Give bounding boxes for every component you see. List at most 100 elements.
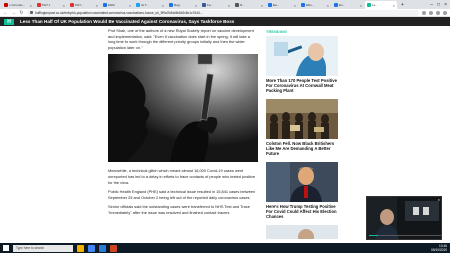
- address-bar[interactable]: huffingtonpost.co.uk/entry/uk-population…: [27, 9, 419, 16]
- card-title[interactable]: More Than 170 People Test Positive For C…: [266, 78, 338, 93]
- tab-label: Fa...: [207, 3, 214, 7]
- tab-label: Ea...: [273, 3, 280, 7]
- system-clock[interactable]: 13:46 05/10/2020: [431, 244, 447, 252]
- tab-label: N...: [240, 3, 245, 7]
- video-close-icon[interactable]: ×: [438, 197, 440, 202]
- url-text: huffingtonpost.co.uk/entry/uk-population…: [35, 10, 203, 15]
- browser-tab[interactable]: N... ×: [233, 1, 265, 9]
- tab-close-icon[interactable]: ×: [393, 3, 395, 8]
- browser-tab[interactable]: Rag.. ×: [167, 1, 199, 9]
- browser-tab[interactable]: ENo... ×: [299, 1, 331, 9]
- trending-card[interactable]: Here's How Trump Testing Positive For Co…: [266, 162, 338, 219]
- trending-heading: TRENDING: [266, 30, 288, 34]
- tab-favicon-icon: [202, 3, 206, 7]
- article-paragraph: Meanwhile, a technical glitch which mean…: [108, 168, 256, 185]
- tab-close-icon[interactable]: ×: [261, 3, 263, 8]
- tab-close-icon[interactable]: ×: [294, 3, 296, 8]
- extension-icon[interactable]: [429, 10, 433, 15]
- file-explorer-icon[interactable]: [77, 244, 84, 252]
- browser-tab[interactable]: Ea... ×: [266, 1, 298, 9]
- browser-tab[interactable]: ENM ×: [101, 1, 133, 9]
- vaccine-syringe-illustration: [108, 54, 258, 163]
- tab-favicon-icon: [169, 3, 173, 7]
- video-progress-bar[interactable]: [369, 235, 441, 236]
- minimize-icon[interactable]: –: [430, 2, 433, 8]
- windows-start-icon[interactable]: [3, 245, 9, 251]
- extension-icons: [422, 10, 447, 15]
- browser-tab[interactable]: PHT... ×: [68, 1, 100, 9]
- browser-tab[interactable]: Fa... ×: [200, 1, 232, 9]
- tab-close-icon[interactable]: ×: [195, 3, 197, 8]
- browser-tab[interactable]: Le... ×: [365, 1, 397, 9]
- tab-favicon-icon: [367, 3, 371, 7]
- tab-label: En...: [339, 3, 346, 7]
- video-frame: [367, 197, 441, 239]
- tab-favicon-icon: [37, 3, 41, 7]
- menu-kebab-icon[interactable]: [443, 10, 447, 15]
- article-body: Prof Shah, one of the authors of a new R…: [108, 28, 258, 220]
- card-thumbnail-next[interactable]: [266, 225, 338, 239]
- forward-icon[interactable]: →: [11, 10, 16, 16]
- browser-tab[interactable]: En... ×: [332, 1, 364, 9]
- covid-test-image: [266, 36, 338, 76]
- window-controls: – □ ×: [430, 1, 450, 9]
- tab-close-icon[interactable]: ×: [129, 3, 131, 8]
- chrome-icon[interactable]: [88, 244, 95, 252]
- maximize-icon[interactable]: □: [437, 2, 440, 8]
- powerpoint-icon[interactable]: [110, 244, 117, 252]
- tab-favicon-icon: [268, 3, 272, 7]
- tab-favicon-icon: [103, 3, 107, 7]
- trending-card[interactable]: Colston Fell. Now Black Britishers Like …: [266, 99, 338, 156]
- floating-video-player[interactable]: ×: [366, 196, 442, 240]
- card-thumbnail-trump[interactable]: [266, 162, 338, 202]
- tab-label: tw T...: [141, 3, 149, 7]
- huffpost-logo[interactable]: H: [4, 18, 14, 25]
- tab-close-icon[interactable]: ×: [327, 3, 329, 8]
- taskbar: Type here to search 13:46 05/10/2020: [0, 243, 450, 253]
- protest-crowd-image: [266, 99, 338, 139]
- tab-label: PHT 0: [42, 3, 51, 7]
- new-tab-icon[interactable]: +: [398, 1, 407, 9]
- card-thumbnail-protest[interactable]: [266, 99, 338, 139]
- tab-favicon-icon: [4, 3, 8, 7]
- browser-tab[interactable]: tw T... ×: [134, 1, 166, 9]
- card-title[interactable]: Here's How Trump Testing Positive For Co…: [266, 204, 338, 219]
- tab-favicon-icon: [334, 3, 338, 7]
- browser-tab[interactable]: PHT 0 ×: [35, 1, 67, 9]
- browser-toolbar: ← → ↻ huffingtonpost.co.uk/entry/uk-popu…: [0, 9, 450, 17]
- video-progress-fill: [369, 235, 378, 236]
- trending-sidebar: TRENDING More Than 170 People Test Posit…: [266, 30, 338, 245]
- site-header: H Less Than Half Of UK Population Would …: [0, 17, 450, 26]
- profile-avatar-icon[interactable]: [436, 10, 440, 15]
- reload-icon[interactable]: ↻: [19, 10, 24, 16]
- tab-strip: x Coronav... × PHT 0 × PHT... × ENM × tw T... × Ra…: [0, 0, 450, 9]
- tab-close-icon[interactable]: ×: [360, 3, 362, 8]
- clock-date: 05/10/2020: [431, 248, 447, 252]
- trending-card[interactable]: More Than 170 People Test Positive For C…: [266, 36, 338, 93]
- taskbar-search-input[interactable]: Type here to search: [13, 244, 73, 252]
- tab-close-icon[interactable]: ×: [96, 3, 98, 8]
- browser-tab[interactable]: x Coronav... ×: [2, 1, 34, 9]
- trump-photo-image: [266, 162, 338, 202]
- tab-favicon-icon: [301, 3, 305, 7]
- word-icon[interactable]: [99, 244, 106, 252]
- card-title[interactable]: Colston Fell. Now Black Britishers Like …: [266, 141, 338, 156]
- tab-label: Le...: [372, 3, 378, 7]
- tab-favicon-icon: [235, 3, 239, 7]
- card-thumbnail-covid-test[interactable]: [266, 36, 338, 76]
- tab-label: Rag..: [174, 3, 182, 7]
- tab-label: x Coronav...: [9, 3, 25, 7]
- tab-close-icon[interactable]: ×: [30, 3, 32, 8]
- tab-favicon-icon: [70, 3, 74, 7]
- article-headline: Less Than Half Of UK Population Would Be…: [20, 19, 235, 24]
- tab-close-icon[interactable]: ×: [63, 3, 65, 8]
- back-icon[interactable]: ←: [3, 10, 8, 16]
- trending-card[interactable]: [266, 225, 338, 239]
- article-paragraph: Prof Shah, one of the authors of a new R…: [108, 28, 254, 50]
- tab-close-icon[interactable]: ×: [162, 3, 164, 8]
- close-window-icon[interactable]: ×: [444, 2, 447, 8]
- next-story-image: [266, 225, 338, 239]
- bookmark-star-icon[interactable]: [422, 10, 426, 15]
- tab-close-icon[interactable]: ×: [228, 3, 230, 8]
- tab-label: ENM: [108, 3, 115, 7]
